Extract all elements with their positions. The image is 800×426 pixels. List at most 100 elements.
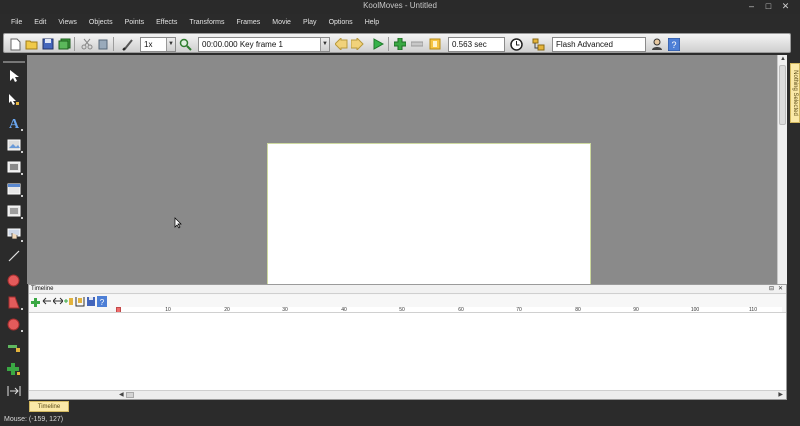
layer-bracket-icon[interactable] <box>75 296 85 308</box>
side-tab-label: Nothing Selected <box>792 70 798 116</box>
select-tool-arrow-icon[interactable] <box>3 67 24 85</box>
menu-objects[interactable]: Objects <box>83 15 119 30</box>
export-format-select[interactable]: Flash Advanced <box>552 37 646 52</box>
help-icon[interactable]: ? <box>667 37 681 51</box>
menu-edit[interactable]: Edit <box>28 15 52 30</box>
add-point-tool-icon[interactable] <box>3 338 24 356</box>
chevron-down-icon[interactable]: ▼ <box>166 38 175 51</box>
text-tool-icon[interactable]: A <box>3 114 24 132</box>
scroll-left-icon[interactable]: ◀ <box>119 391 124 399</box>
menu-movie[interactable]: Movie <box>266 15 297 30</box>
add-keyframe-icon[interactable] <box>64 296 74 308</box>
shape-tool-icon[interactable] <box>3 293 24 311</box>
add-frame-icon[interactable] <box>393 37 407 51</box>
toolbar-separator <box>74 37 75 51</box>
menu-file[interactable]: File <box>5 15 28 30</box>
duration-field[interactable]: 0.563 sec <box>448 37 505 52</box>
maximize-button[interactable]: □ <box>760 1 777 12</box>
point-select-tool-icon[interactable] <box>3 91 24 109</box>
pin-icon[interactable]: ⊟ <box>769 285 774 294</box>
scroll-thumb[interactable] <box>126 392 134 398</box>
paste-icon[interactable] <box>96 37 110 51</box>
timeline-tools: ? <box>31 296 107 308</box>
window-title: KoolMoves - Untitled <box>363 1 437 10</box>
zoom-value: 1x <box>144 40 153 49</box>
remove-frame-icon[interactable] <box>410 37 424 51</box>
next-frame-icon[interactable] <box>350 37 364 51</box>
scale-left-icon[interactable] <box>42 296 52 308</box>
save-all-icon[interactable] <box>57 37 71 51</box>
status-bar: Mouse: (-159, 127) <box>0 413 800 426</box>
component-tool-icon[interactable] <box>3 180 24 198</box>
svg-text:?: ? <box>100 298 105 307</box>
tools-panel: A <box>0 55 26 411</box>
menu-play[interactable]: Play <box>297 15 323 30</box>
properties-side-tab[interactable]: Nothing Selected <box>790 63 800 123</box>
duration-value: 0.563 sec <box>452 40 487 49</box>
brush-icon[interactable] <box>121 37 135 51</box>
menu-bar: File Edit Views Objects Points Effects T… <box>0 15 800 30</box>
timeline-title: Timeline <box>31 286 54 292</box>
image-tool-icon[interactable] <box>3 136 24 154</box>
polygon-tool-icon[interactable] <box>3 315 24 333</box>
play-icon[interactable] <box>371 37 385 51</box>
gallery-tool-icon[interactable] <box>3 158 24 176</box>
menu-help[interactable]: Help <box>359 15 385 30</box>
svg-text:?: ? <box>671 40 676 50</box>
hand-tool-icon[interactable] <box>3 225 24 243</box>
scale-both-icon[interactable] <box>52 296 64 308</box>
magnifier-icon[interactable] <box>178 37 192 51</box>
timeline-layers-area[interactable] <box>29 312 786 390</box>
cut-icon[interactable] <box>80 37 94 51</box>
save-layer-icon[interactable] <box>86 296 96 308</box>
workspace[interactable] <box>27 55 777 284</box>
submenu-corner <box>21 308 23 310</box>
close-icon[interactable]: ✕ <box>778 285 783 294</box>
timeline-toolbar: ? 10 20 30 40 50 60 70 80 90 100 110 <box>29 295 786 318</box>
mouse-coordinates: Mouse: (-159, 127) <box>4 416 64 423</box>
new-file-icon[interactable] <box>8 37 22 51</box>
scroll-up-icon[interactable]: ▲ <box>778 55 788 64</box>
title-bar: KoolMoves - Untitled – □ ✕ <box>0 0 800 14</box>
timeline-tree-icon[interactable] <box>531 37 545 51</box>
menu-effects[interactable]: Effects <box>150 15 183 30</box>
scroll-right-icon[interactable]: ▶ <box>778 391 783 399</box>
submenu-corner <box>21 173 23 175</box>
open-folder-icon[interactable] <box>24 37 38 51</box>
add-layer-icon[interactable] <box>31 296 41 308</box>
frame-properties-icon[interactable] <box>428 37 442 51</box>
menu-views[interactable]: Views <box>52 15 83 30</box>
menu-options[interactable]: Options <box>323 15 359 30</box>
scroll-thumb[interactable] <box>779 65 786 125</box>
export-format-value: Flash Advanced <box>556 40 613 49</box>
list-tool-icon[interactable] <box>3 202 24 220</box>
zoom-select[interactable]: 1x ▼ <box>140 37 176 52</box>
panel-grip <box>3 61 25 63</box>
toolbar-separator <box>388 37 389 51</box>
previous-frame-icon[interactable] <box>334 37 348 51</box>
save-icon[interactable] <box>41 37 55 51</box>
menu-transforms[interactable]: Transforms <box>183 15 230 30</box>
submenu-corner <box>21 330 23 332</box>
menu-frames[interactable]: Frames <box>231 15 267 30</box>
timeline-tab[interactable]: Timeline <box>29 401 69 412</box>
chevron-down-icon[interactable]: ▼ <box>320 38 329 51</box>
frame-label: 00:00.000 Key frame 1 <box>202 40 283 49</box>
timeline-horizontal-scrollbar[interactable]: ◀ ▶ <box>29 390 786 399</box>
motion-tool-icon[interactable] <box>3 382 24 400</box>
vertical-scrollbar[interactable]: ▲ <box>777 55 787 284</box>
insert-point-tool-icon[interactable] <box>3 360 24 378</box>
toolbar-strip: 1x ▼ 00:00.000 Key frame 1 ▼ 0.563 sec F… <box>3 33 791 53</box>
menu-points[interactable]: Points <box>119 15 150 30</box>
user-icon[interactable] <box>650 37 664 51</box>
clock-icon[interactable] <box>509 37 523 51</box>
stage-canvas[interactable] <box>267 143 591 284</box>
close-button[interactable]: ✕ <box>777 1 794 12</box>
minimize-button[interactable]: – <box>743 1 760 12</box>
timeline-panel: Timeline ⊟ ✕ ? 10 20 30 40 50 60 70 80 9… <box>28 284 787 400</box>
frame-select[interactable]: 00:00.000 Key frame 1 ▼ <box>198 37 330 52</box>
line-tool-icon[interactable] <box>3 247 24 265</box>
submenu-corner <box>21 195 23 197</box>
timeline-help-icon[interactable]: ? <box>97 296 107 308</box>
ellipse-tool-icon[interactable] <box>3 271 24 289</box>
